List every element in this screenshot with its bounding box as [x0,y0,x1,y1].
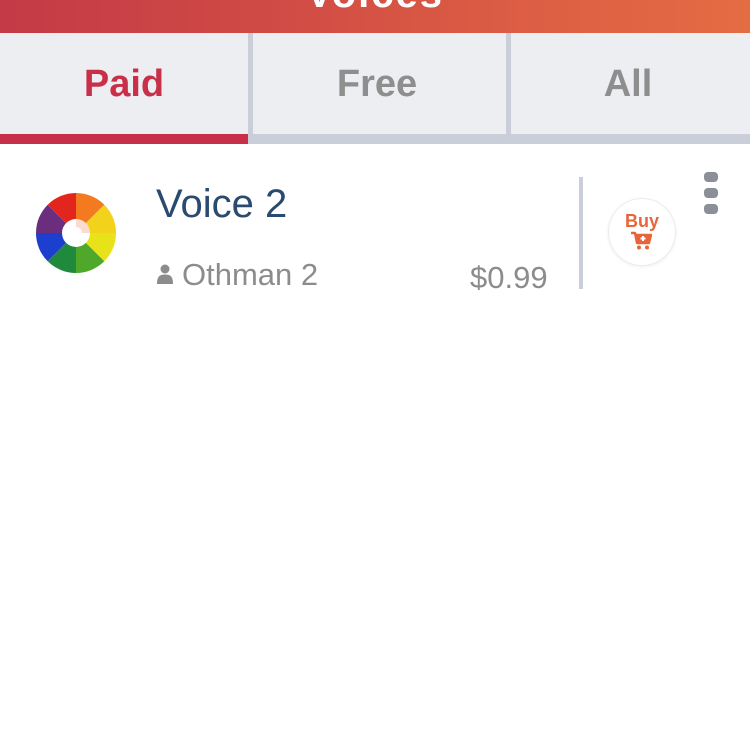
header-title: Voices [0,0,750,17]
tab-divider [506,33,511,134]
person-icon [157,264,173,284]
price-label: $0.99 [470,260,548,295]
buy-button[interactable]: Buy [609,199,675,265]
tab-free[interactable]: Free [248,33,506,144]
vertical-divider [579,177,583,289]
tab-all-underline [506,134,750,144]
tab-free-underline [248,134,506,144]
add-to-cart-icon [631,231,653,249]
tab-all[interactable]: All [506,33,750,144]
tab-paid-active-indicator [0,134,248,144]
buy-label: Buy [624,210,659,231]
tab-paid[interactable]: Paid [0,33,248,144]
more-dot-icon [704,188,718,198]
pinwheel-icon [35,192,117,273]
tab-bar: Paid Free All [0,33,750,144]
item-title: Voice 2 [156,182,288,226]
author-name: Othman 2 [182,257,319,292]
tab-free-label: Free [336,63,418,105]
header-bar: Voices [0,0,750,33]
more-dot-icon [704,172,718,182]
tab-all-label: All [603,63,653,105]
tab-paid-label: Paid [83,63,165,105]
more-options-button[interactable] [702,172,720,214]
tab-divider [248,33,253,134]
app-screen: Voices Paid Free All [0,0,750,750]
more-dot-icon [704,204,718,214]
